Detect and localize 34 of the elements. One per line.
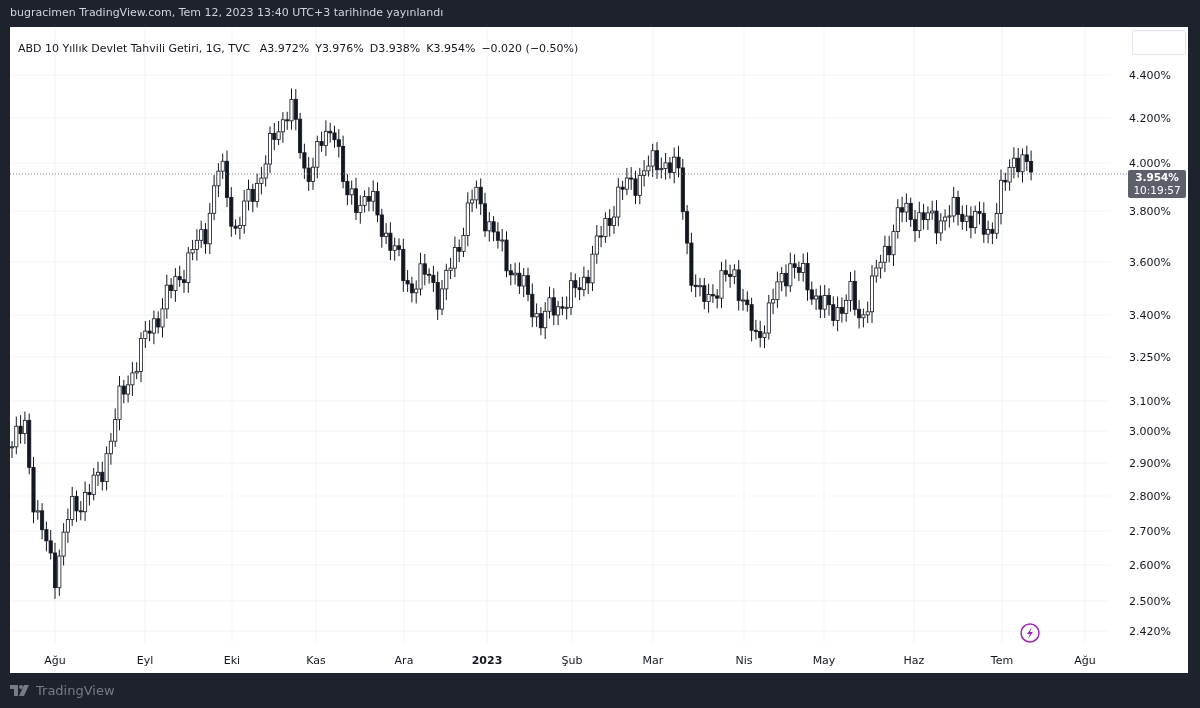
price-tick: 3.400%: [1129, 309, 1171, 322]
month-label: Tem: [990, 654, 1014, 667]
month-label: Mar: [642, 654, 664, 667]
month-label: Şub: [561, 654, 583, 667]
price-tick: 3.100%: [1129, 395, 1171, 408]
month-label: Eyl: [136, 654, 154, 667]
price-tick: 2.600%: [1129, 559, 1171, 572]
price-tick: 3.600%: [1129, 256, 1171, 269]
price-tick: 4.000%: [1129, 157, 1171, 170]
last-price-label: 3.954% 10:19:57: [1128, 170, 1186, 198]
month-label: Eki: [223, 654, 241, 667]
symbol-legend: ABD 10 Yıllık Devlet Tahvili Getiri, 1G, TVC A3.972% Y3.976% D3.938% K3.954% −0.020 (−0.50%): [18, 42, 579, 55]
month-label: Ağu: [44, 654, 66, 667]
price-tick: 2.420%: [1129, 625, 1171, 638]
price-tick: 4.200%: [1129, 112, 1171, 125]
month-label: May: [812, 654, 836, 667]
price-tick: 4.400%: [1129, 69, 1171, 82]
year-label: 2023: [471, 654, 503, 667]
month-label: Ara: [394, 654, 414, 667]
price-tick: 2.900%: [1129, 457, 1171, 470]
price-tick: 2.500%: [1129, 595, 1171, 608]
price-tick: 2.800%: [1129, 490, 1171, 503]
publish-info: bugracimen TradingView.com, Tem 12, 2023 13:40 UTC+3 tarihinde yayınlandı: [10, 5, 444, 22]
brand-name: TradingView: [36, 681, 115, 700]
lightning-icon[interactable]: [1020, 623, 1040, 643]
logo-icon: [10, 685, 32, 696]
month-label: Kas: [306, 654, 326, 667]
price-tick: 3.000%: [1129, 425, 1171, 438]
price-tick: 2.700%: [1129, 525, 1171, 538]
month-label: Ağu: [1074, 654, 1096, 667]
price-tick: 3.250%: [1129, 351, 1171, 364]
month-label: Haz: [903, 654, 925, 667]
price-tick: 3.800%: [1129, 205, 1171, 218]
month-label: Nis: [735, 654, 753, 667]
